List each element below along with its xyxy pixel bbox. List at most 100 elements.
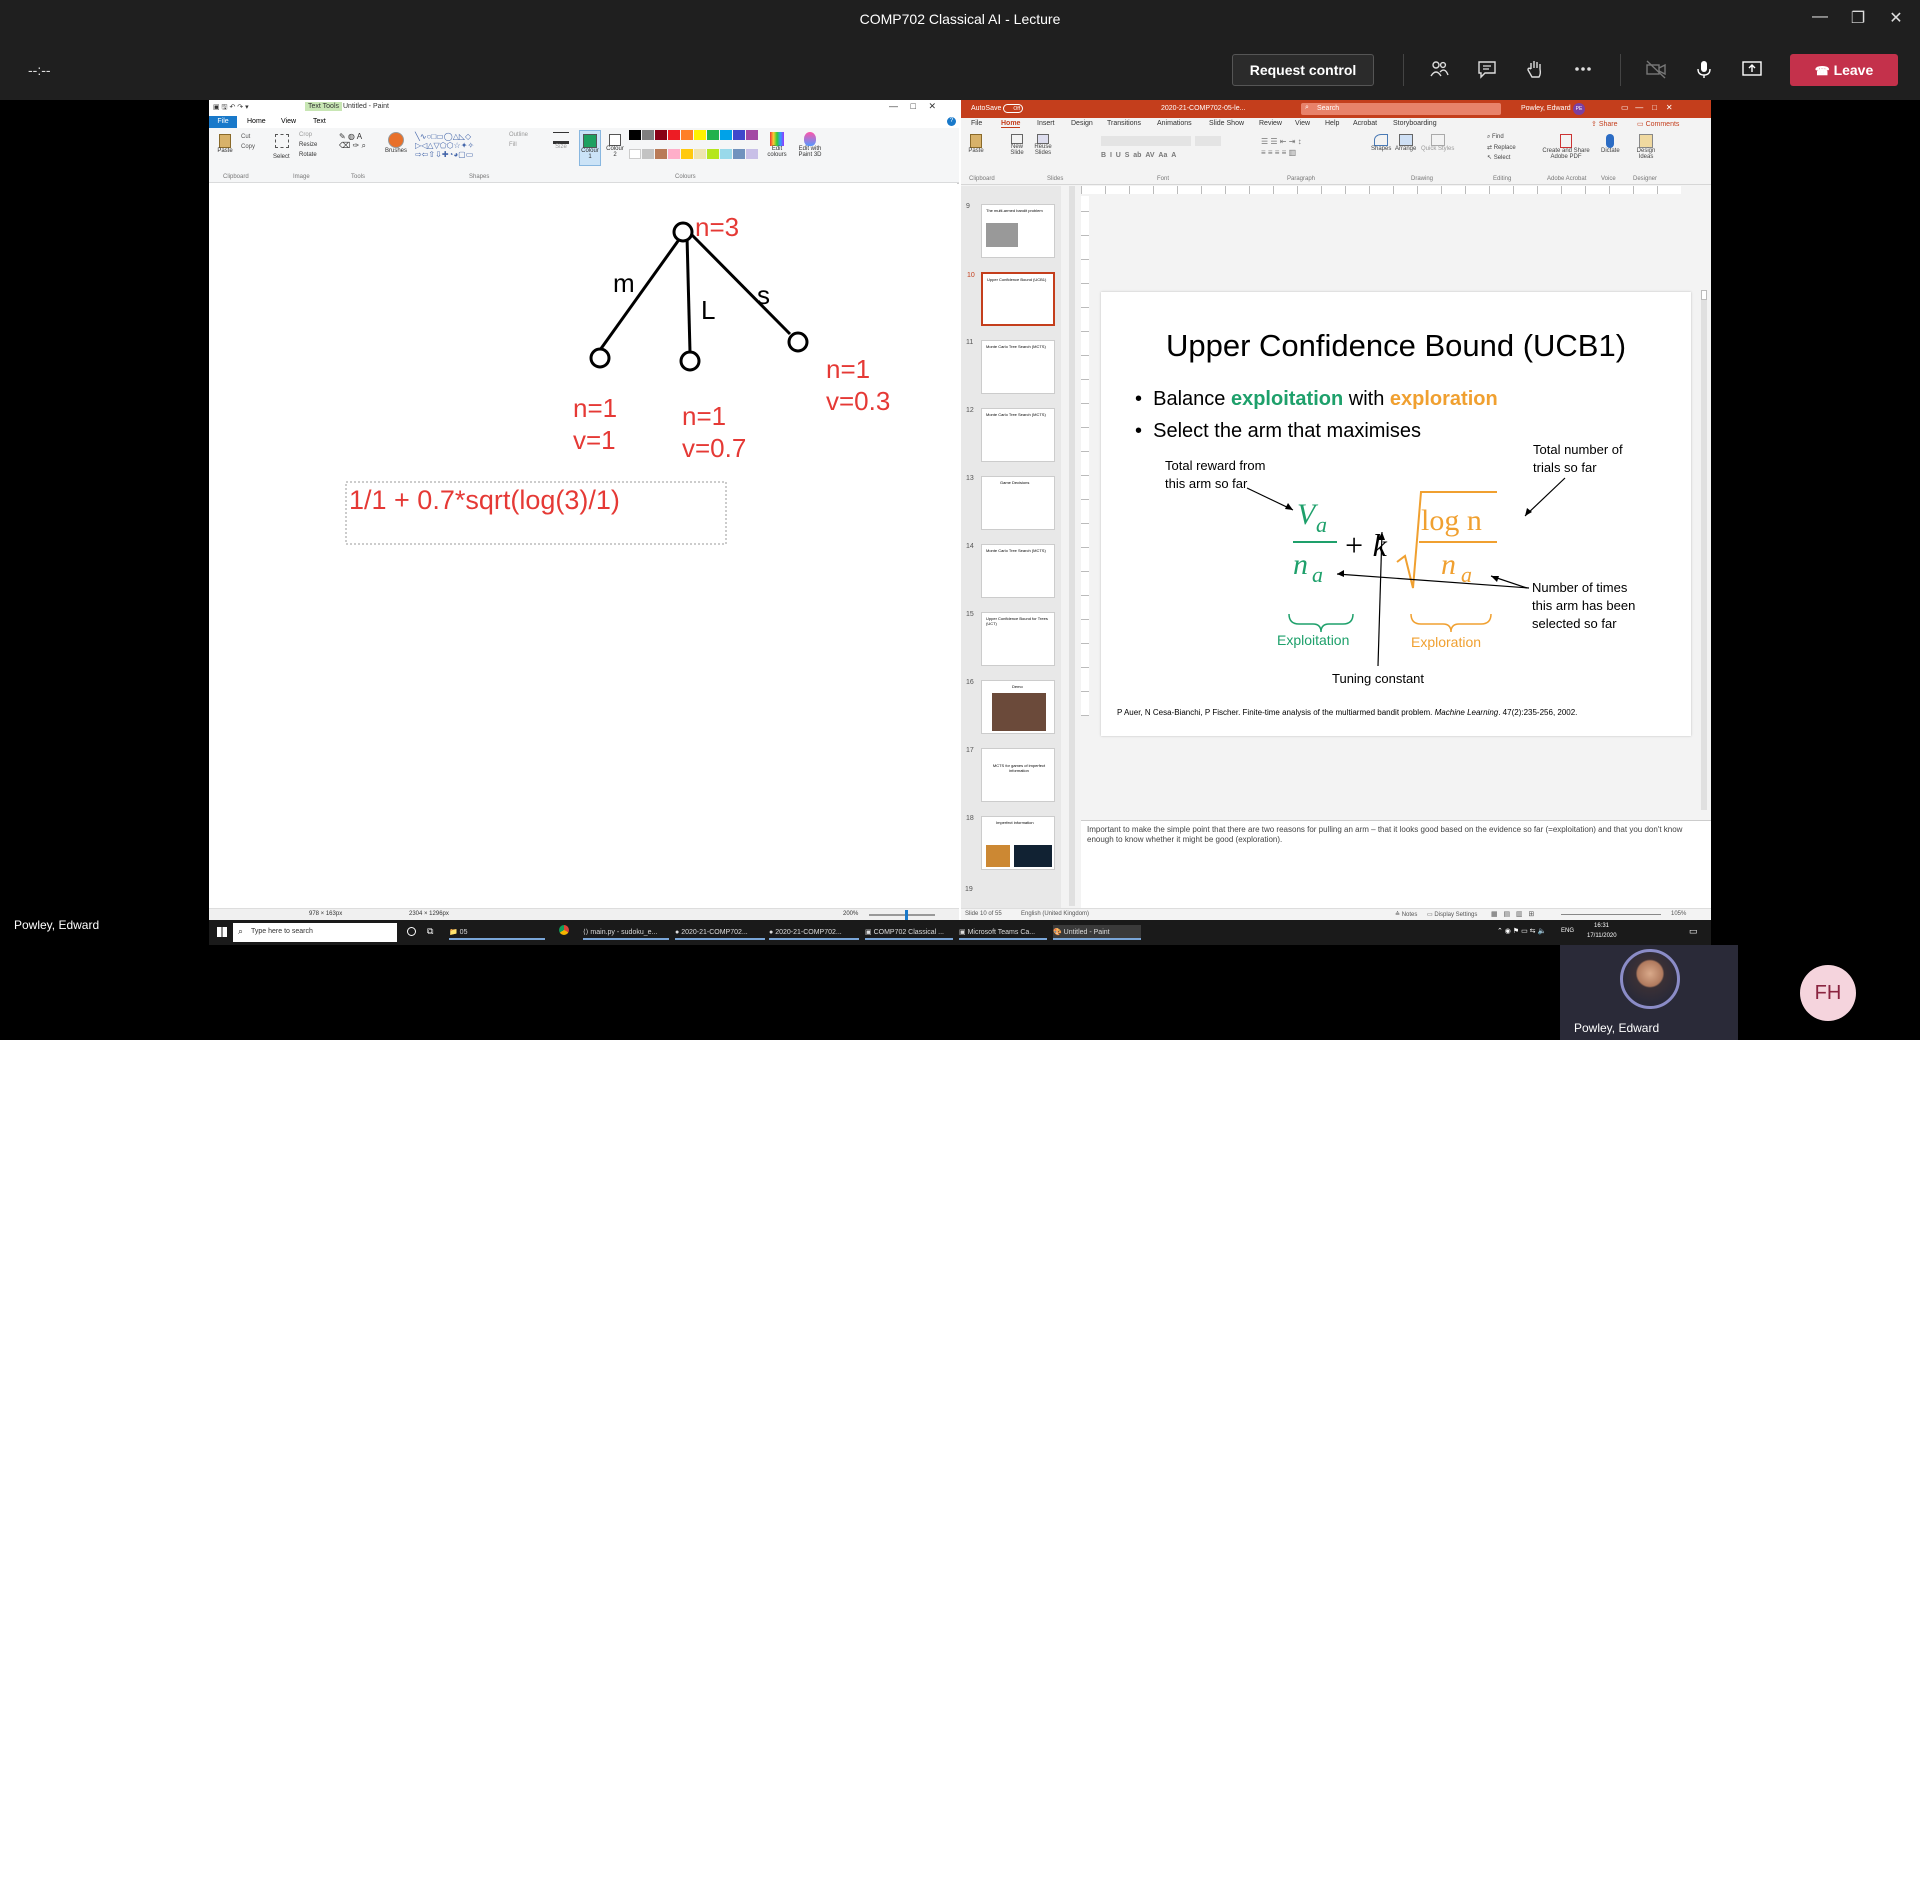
arrange-button[interactable]: Arrange (1395, 134, 1416, 152)
clock-time[interactable]: 16:31 (1594, 923, 1609, 929)
palette-swatch[interactable] (681, 148, 693, 159)
new-slide-button[interactable]: New Slide (1005, 134, 1029, 156)
fill-button[interactable]: Fill (509, 142, 517, 148)
taskbar-app-explorer[interactable]: 📁 05 (449, 925, 545, 940)
chat-icon[interactable] (1474, 58, 1500, 84)
taskbar-app-teams-2[interactable]: ▣ Microsoft Teams Ca... (959, 925, 1047, 940)
slide-thumb-11[interactable]: 11 Monte Carlo Tree Search (MCTS) (966, 339, 1055, 394)
palette-swatch[interactable] (694, 130, 706, 140)
palette-swatch[interactable] (746, 130, 758, 140)
colour2-button[interactable]: Colour 2 (605, 130, 625, 158)
palette-swatch[interactable] (707, 130, 719, 140)
font-name-box[interactable] (1101, 136, 1191, 146)
ppt-tab-storyboarding[interactable]: Storyboarding (1393, 120, 1437, 127)
input-language[interactable]: ENG (1561, 928, 1574, 934)
autosave-toggle[interactable]: Off (1003, 104, 1023, 113)
design-ideas-button[interactable]: Design Ideas (1631, 134, 1661, 160)
font-controls[interactable]: B I U S ab AV Aa A (1101, 136, 1251, 166)
ppt-tab-help[interactable]: Help (1325, 120, 1339, 127)
slide-scroll-thumb[interactable] (1701, 290, 1707, 300)
shapes-button[interactable]: Shapes (1371, 134, 1391, 152)
select-button[interactable]: Select (273, 154, 290, 160)
camera-off-icon[interactable] (1643, 58, 1669, 84)
participant-avatar-fh[interactable]: FH (1800, 965, 1856, 1021)
ppt-user-avatar[interactable]: PE (1573, 103, 1585, 115)
slide-thumb-14[interactable]: 14 Monte Carlo Tree Search (MCTS) (966, 543, 1055, 598)
brushes-button[interactable]: Brushes (385, 132, 407, 154)
speaker-notes[interactable]: Important to make the simple point that … (1081, 820, 1711, 908)
ppt-tab-insert[interactable]: Insert (1037, 120, 1055, 127)
request-control-button[interactable]: Request control (1232, 54, 1374, 86)
ppt-window-controls[interactable]: ▭ — □ ✕ (1621, 103, 1673, 112)
ucb-formula-text[interactable]: 1/1 + 0.7*sqrt(log(3)/1) (349, 485, 620, 515)
palette-swatch[interactable] (668, 130, 680, 140)
ppt-search-box[interactable]: ⌕ Search (1301, 103, 1501, 115)
palette-swatch[interactable] (629, 148, 641, 159)
palette-swatch[interactable] (707, 148, 719, 159)
display-settings-button[interactable]: ▭ Display Settings (1427, 911, 1477, 918)
slide-thumb-16[interactable]: 16 Demo (966, 679, 1055, 734)
ppt-comments-button[interactable]: ▭ Comments (1637, 120, 1679, 128)
paste-button[interactable]: Paste (215, 134, 235, 154)
palette-swatch[interactable] (681, 130, 693, 140)
ppt-tab-home[interactable]: Home (1001, 120, 1021, 128)
palette-swatch[interactable] (642, 148, 654, 159)
palette-swatch[interactable] (746, 148, 758, 159)
shapes-gallery[interactable]: ╲∿○□▭◯△◺◇ ▷◁△▽⬠⬡☆✦✧ ⇨⇦⇧⇩✚◔◕▢▭ (415, 132, 501, 160)
palette-swatch[interactable] (655, 148, 667, 159)
slide-scrollbar[interactable] (1701, 290, 1707, 810)
close-button[interactable]: ✕ (1884, 8, 1908, 32)
zoom-thumb[interactable] (905, 910, 908, 920)
clock-date[interactable]: 17/11/2020 (1587, 933, 1617, 939)
ppt-tab-animations[interactable]: Animations (1157, 120, 1192, 127)
ppt-zoom-slider[interactable] (1561, 914, 1661, 915)
replace-button[interactable]: ⇄ Replace (1487, 144, 1516, 151)
palette-swatch[interactable] (629, 130, 641, 140)
palette-swatch[interactable] (655, 130, 667, 140)
slide-thumb-15[interactable]: 15 Upper Confidence Bound for Trees (UCT… (966, 611, 1055, 666)
ppt-tab-slideshow[interactable]: Slide Show (1209, 120, 1244, 127)
windows-start-icon[interactable] (217, 927, 227, 937)
palette-swatch[interactable] (720, 148, 732, 159)
colour1-button[interactable]: Colour 1 (579, 130, 601, 166)
slide-thumb-10[interactable]: 10 Upper Confidence Bound (UCB1) (967, 272, 1055, 326)
paint-quick-access[interactable]: ▣ 🖫 ↶ ↷ ▾ (213, 103, 249, 114)
resize-button[interactable]: Resize (299, 142, 317, 148)
slide-thumb-18[interactable]: 18 Imperfect information (966, 815, 1055, 870)
maximize-button[interactable]: ❐ (1846, 8, 1870, 32)
ppt-paste-button[interactable]: Paste (967, 134, 985, 154)
taskbar-app-vscode[interactable]: ⟨⟩ main.py - sudoku_e... (583, 925, 669, 940)
palette-swatch[interactable] (720, 130, 732, 140)
taskbar-app-ppt-2[interactable]: ● 2020-21-COMP702... (769, 925, 859, 940)
tools-icons[interactable]: ✎ ◍ A ⌫ ✑ ⌕ (339, 132, 375, 151)
ppt-tab-transitions[interactable]: Transitions (1107, 120, 1141, 127)
palette-swatch[interactable] (733, 148, 745, 159)
minimize-button[interactable]: — (1808, 8, 1832, 32)
slide-thumb-17[interactable]: 17 MCTS for games of imperfect informati… (966, 747, 1055, 802)
adobe-pdf-button[interactable]: Create and Share Adobe PDF (1541, 134, 1591, 160)
ppt-tab-file[interactable]: File (971, 120, 982, 127)
taskbar-app-teams-1[interactable]: ▣ COMP702 Classical ... (865, 925, 953, 940)
reuse-slides-button[interactable]: Reuse Slides (1031, 134, 1055, 156)
select-button[interactable]: ↖ Select (1487, 154, 1510, 161)
paint-tab-view[interactable]: View (281, 118, 296, 125)
notes-button[interactable]: ≙ Notes (1395, 911, 1417, 918)
ppt-tab-view[interactable]: View (1295, 120, 1310, 127)
cut-button[interactable]: Cut (241, 134, 250, 140)
ppt-tab-review[interactable]: Review (1259, 120, 1282, 127)
cortana-icon[interactable] (407, 927, 416, 936)
taskbar-app-ppt-1[interactable]: ● 2020-21-COMP702... (675, 925, 765, 940)
view-buttons[interactable]: ▦ ▤ ▥ ⊞ (1491, 910, 1534, 918)
ppt-tab-acrobat[interactable]: Acrobat (1353, 120, 1377, 127)
palette-swatch[interactable] (642, 130, 654, 140)
zoom-slider[interactable] (869, 914, 935, 916)
participant-video-tile[interactable]: Powley, Edward (1560, 945, 1738, 1040)
palette-swatch[interactable] (668, 148, 680, 159)
task-view-icon[interactable]: ⧉ (427, 926, 433, 937)
size-button[interactable]: Size (553, 132, 569, 150)
copy-button[interactable]: Copy (241, 144, 255, 150)
find-button[interactable]: ⌕ Find (1487, 134, 1504, 141)
paint-tab-text[interactable]: Text (313, 118, 326, 125)
font-format-buttons[interactable]: B I U S ab AV Aa A (1101, 152, 1176, 159)
paint-tab-home[interactable]: Home (247, 118, 266, 125)
